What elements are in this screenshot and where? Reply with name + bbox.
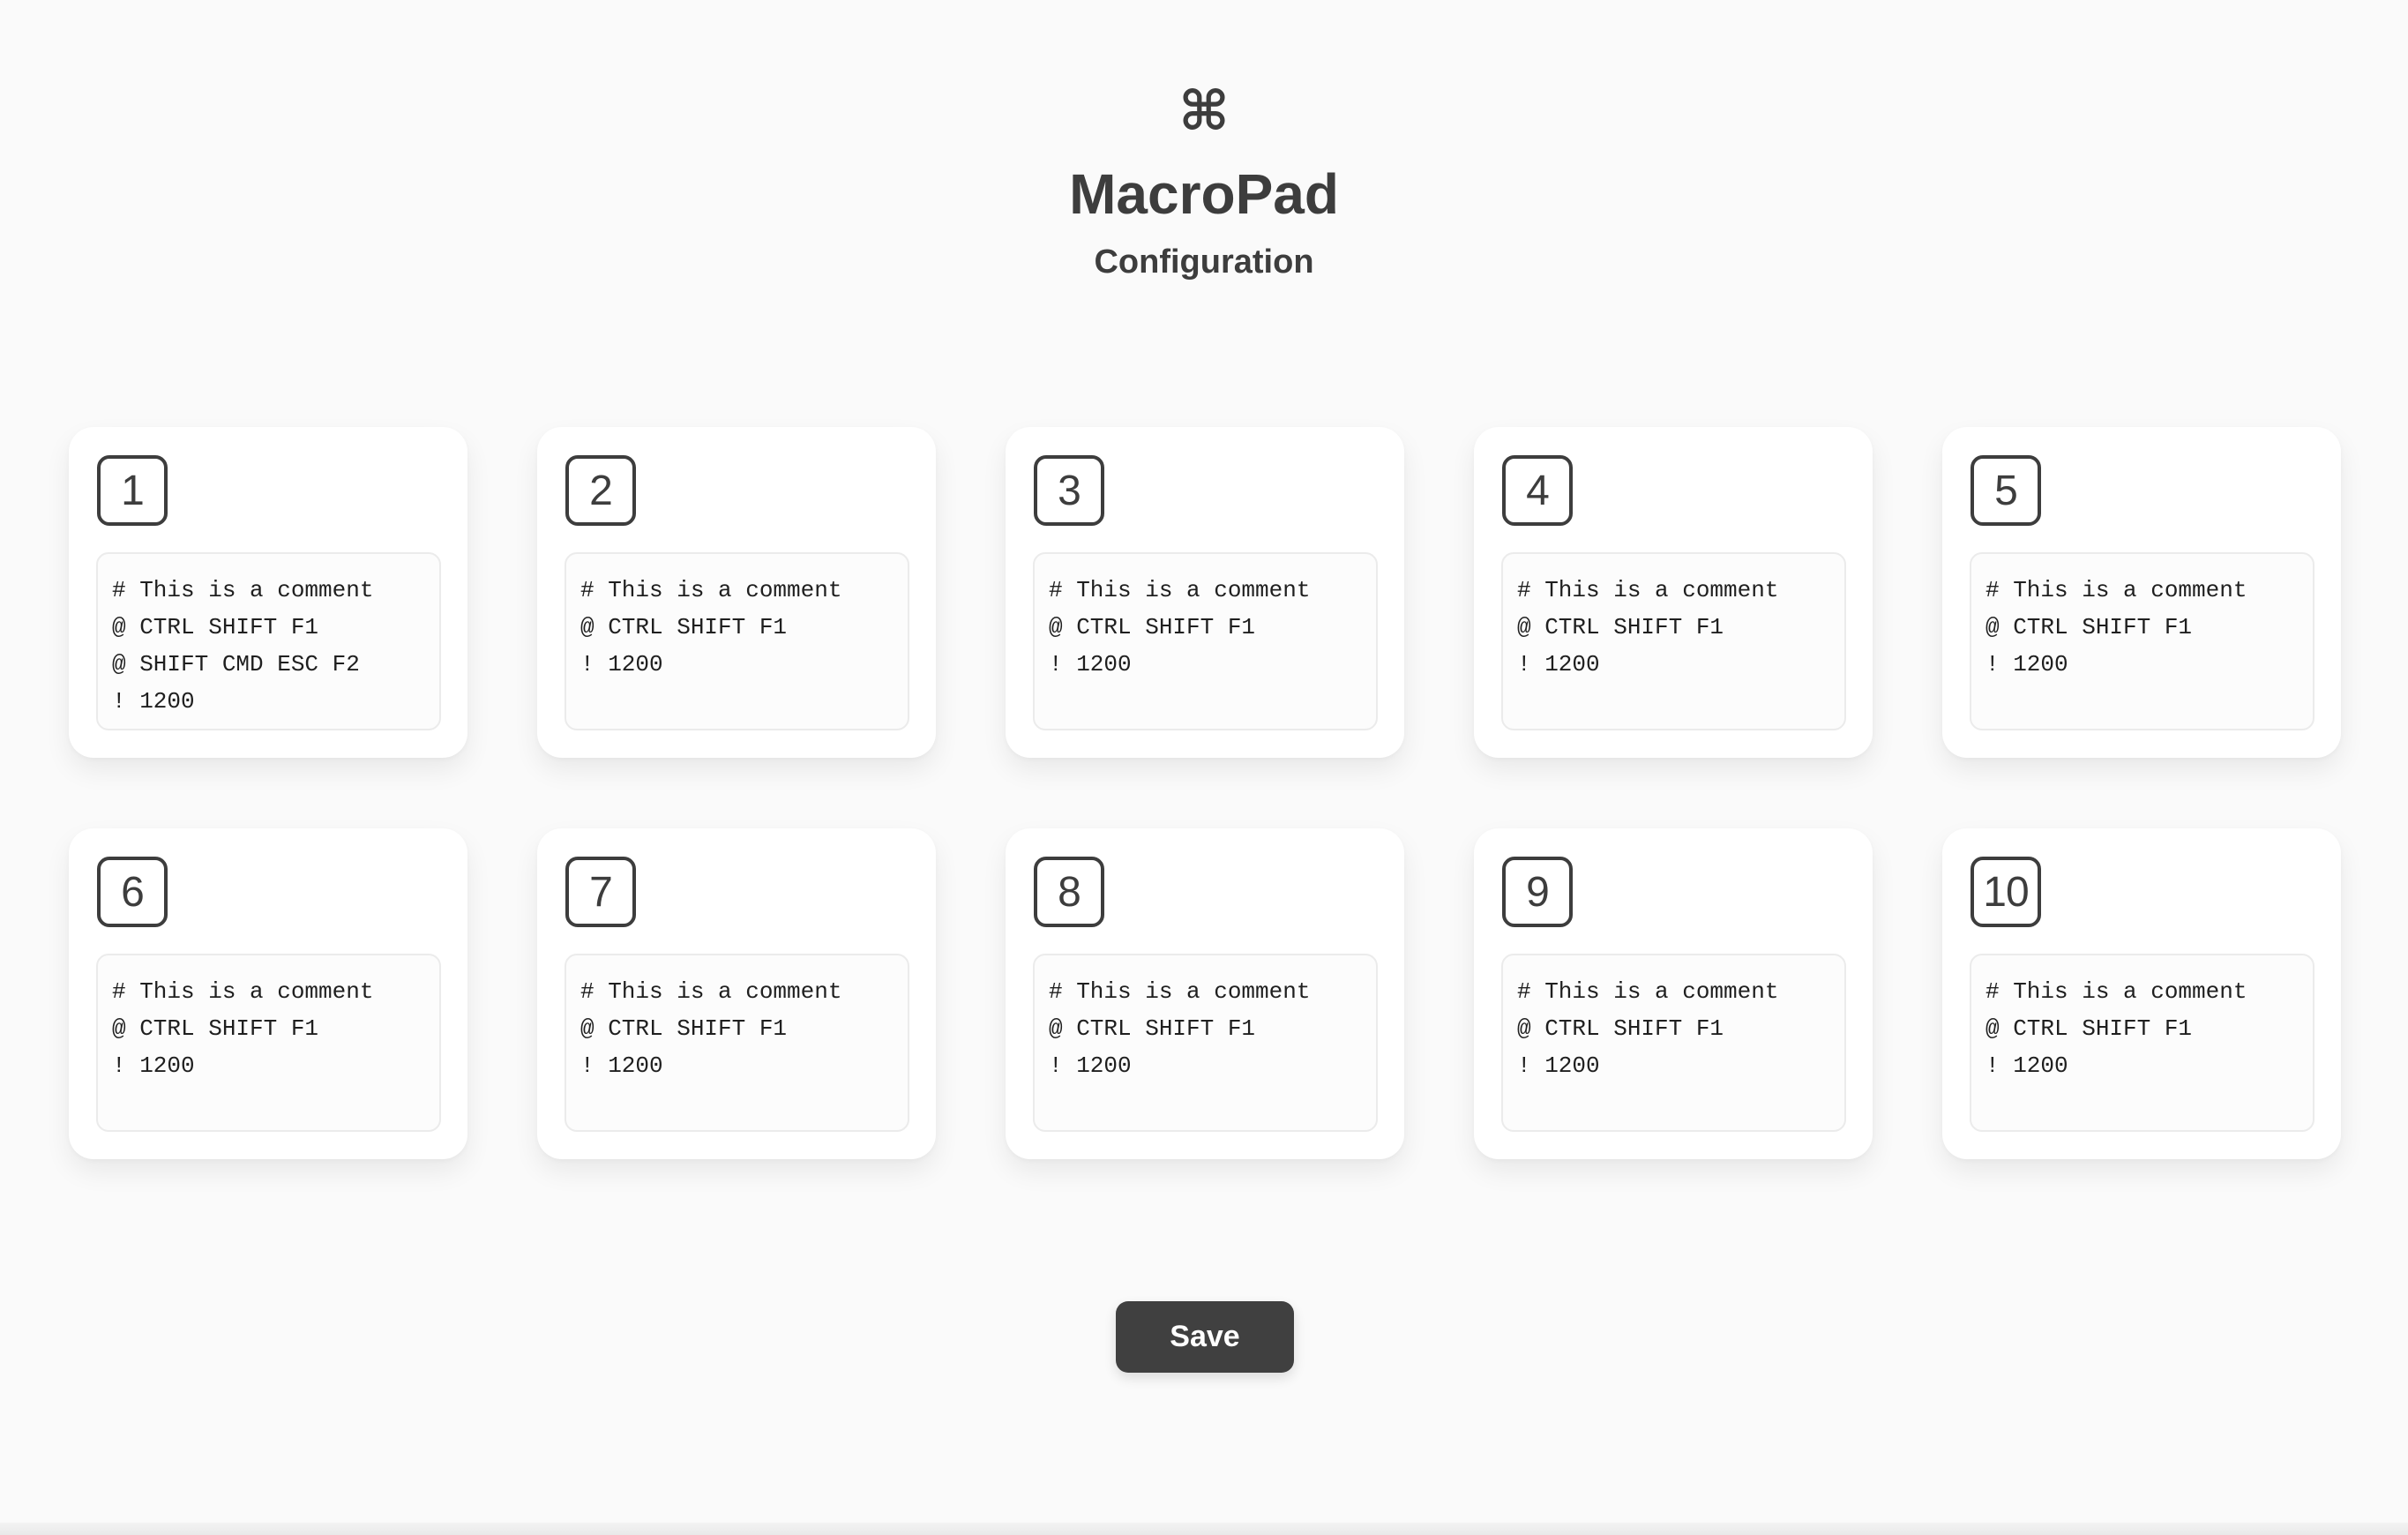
macro-editor[interactable]: # This is a comment @ CTRL SHIFT F1 ! 12… — [565, 954, 909, 1132]
key-card-2: 2 # This is a comment @ CTRL SHIFT F1 ! … — [537, 427, 936, 758]
bottom-edge — [0, 1523, 2408, 1535]
macro-editor[interactable]: # This is a comment @ CTRL SHIFT F1 ! 12… — [1501, 552, 1846, 730]
macro-editor[interactable]: # This is a comment @ CTRL SHIFT F1 ! 12… — [1033, 552, 1378, 730]
key-number-badge: 4 — [1502, 455, 1573, 526]
macro-editor[interactable]: # This is a comment @ CTRL SHIFT F1 ! 12… — [1033, 954, 1378, 1132]
key-number-badge: 7 — [565, 857, 636, 927]
macro-editor[interactable]: # This is a comment @ CTRL SHIFT F1 @ SH… — [96, 552, 441, 730]
key-card-3: 3 # This is a comment @ CTRL SHIFT F1 ! … — [1006, 427, 1404, 758]
key-card-1: 1 # This is a comment @ CTRL SHIFT F1 @ … — [69, 427, 467, 758]
key-card-5: 5 # This is a comment @ CTRL SHIFT F1 ! … — [1942, 427, 2341, 758]
command-icon: ⌘ — [1178, 79, 1230, 143]
key-number-badge: 3 — [1034, 455, 1104, 526]
macro-editor[interactable]: # This is a comment @ CTRL SHIFT F1 ! 12… — [1501, 954, 1846, 1132]
key-number-badge: 5 — [1971, 455, 2041, 526]
key-grid: 1 # This is a comment @ CTRL SHIFT F1 @ … — [69, 427, 2342, 1159]
macro-editor[interactable]: # This is a comment @ CTRL SHIFT F1 ! 12… — [96, 954, 441, 1132]
page-title: MacroPad — [1069, 162, 1339, 226]
key-card-6: 6 # This is a comment @ CTRL SHIFT F1 ! … — [69, 828, 467, 1159]
key-number-badge: 6 — [97, 857, 168, 927]
key-number-badge: 9 — [1502, 857, 1573, 927]
key-number-badge: 10 — [1971, 857, 2041, 927]
key-card-9: 9 # This is a comment @ CTRL SHIFT F1 ! … — [1474, 828, 1873, 1159]
key-card-8: 8 # This is a comment @ CTRL SHIFT F1 ! … — [1006, 828, 1404, 1159]
key-number-badge: 2 — [565, 455, 636, 526]
key-card-10: 10 # This is a comment @ CTRL SHIFT F1 !… — [1942, 828, 2341, 1159]
key-number-badge: 8 — [1034, 857, 1104, 927]
key-number-badge: 1 — [97, 455, 168, 526]
macro-editor[interactable]: # This is a comment @ CTRL SHIFT F1 ! 12… — [1970, 552, 2315, 730]
macro-editor[interactable]: # This is a comment @ CTRL SHIFT F1 ! 12… — [565, 552, 909, 730]
key-card-4: 4 # This is a comment @ CTRL SHIFT F1 ! … — [1474, 427, 1873, 758]
save-button[interactable]: Save — [1116, 1301, 1294, 1373]
key-card-7: 7 # This is a comment @ CTRL SHIFT F1 ! … — [537, 828, 936, 1159]
page-subtitle: Configuration — [1094, 243, 1314, 281]
macro-editor[interactable]: # This is a comment @ CTRL SHIFT F1 ! 12… — [1970, 954, 2315, 1132]
